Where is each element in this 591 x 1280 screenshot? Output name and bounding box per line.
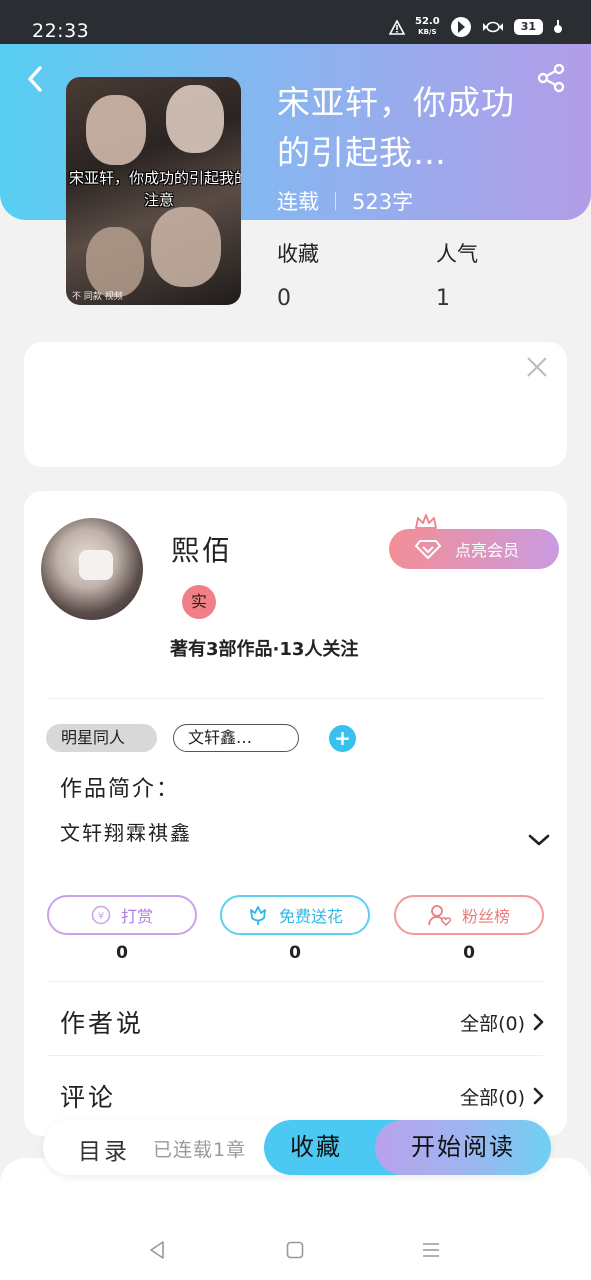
nav-home-icon[interactable]: [286, 1241, 304, 1259]
tip-label: 打赏: [120, 907, 153, 926]
author-avatar[interactable]: [41, 518, 143, 620]
svg-text:¥: ¥: [98, 911, 104, 922]
net-speed: 52.0 KB/S: [415, 16, 440, 37]
divider: [48, 1055, 543, 1056]
intro-text: 文轩翔霖祺鑫: [60, 821, 192, 845]
tag-fandom[interactable]: 明星同人: [46, 724, 157, 752]
fan-ranking-button[interactable]: 粉丝榜: [394, 895, 544, 935]
divider: [48, 981, 543, 982]
popularity-label: 人气: [436, 242, 478, 266]
diamond-icon: [415, 540, 441, 559]
intro-label: 作品简介：: [60, 777, 181, 802]
serial-status: 连载: [277, 190, 319, 214]
warning-icon: [389, 19, 405, 35]
cover-figure: [151, 207, 221, 287]
back-button[interactable]: [20, 62, 50, 96]
book-meta: 连载 523字: [277, 186, 413, 216]
author-says-all-label: 全部(0): [460, 1012, 525, 1035]
battery-indicator: 31: [513, 19, 543, 35]
coin-icon: ¥: [91, 905, 111, 925]
author-says-all-link[interactable]: 全部(0): [460, 1009, 545, 1036]
chapter-status: 已连载1章: [153, 1139, 247, 1161]
start-reading-button[interactable]: 开始阅读: [375, 1120, 551, 1175]
cover-credit: 不 同款 视频: [72, 292, 123, 302]
author-says-title: 作者说: [60, 1009, 145, 1038]
word-count: 523字: [352, 190, 414, 214]
send-flower-label: 免费送花: [278, 907, 343, 926]
divider: [48, 698, 543, 699]
author-says-row[interactable]: 作者说 全部(0): [60, 1007, 545, 1038]
comments-title: 评论: [60, 1083, 117, 1112]
chevron-down-icon[interactable]: [527, 831, 551, 849]
verified-badge: 实: [182, 585, 216, 619]
nav-menu-icon[interactable]: [421, 1242, 441, 1258]
fan-ranking-label: 粉丝榜: [461, 907, 510, 926]
share-button[interactable]: [535, 62, 567, 94]
user-heart-icon: [428, 905, 451, 926]
bottom-action-bar: 目录 已连载1章 收藏 开始阅读: [43, 1120, 551, 1175]
chevron-right-icon: [533, 1087, 544, 1105]
flower-icon: [250, 906, 266, 925]
add-tag-button[interactable]: +: [329, 725, 356, 752]
cover-figure: [166, 85, 224, 153]
author-card: 熙佰 实 著有3部作品·13人关注 点亮会员 明星同人 文轩鑫… + 作品简介：…: [24, 491, 567, 1136]
status-bar: 22:33 52.0 KB/S 31: [0, 0, 591, 44]
ad-banner: [24, 342, 567, 467]
nav-back-icon[interactable]: [148, 1240, 168, 1260]
app-notification-icon: [450, 17, 471, 37]
system-navigation-bar: [0, 1222, 591, 1280]
cover-figure: [86, 227, 144, 297]
signal-icon: [554, 20, 562, 33]
favorites-count: 0: [277, 286, 291, 311]
comments-all-link[interactable]: 全部(0): [460, 1083, 545, 1110]
meta-divider: [335, 192, 336, 210]
tag-characters[interactable]: 文轩鑫…: [173, 724, 299, 752]
vip-button[interactable]: 点亮会员: [389, 529, 559, 569]
book-title: 宋亚轩，你成功的引起我…: [277, 83, 515, 172]
avatar-mask-shape: [79, 550, 113, 580]
author-name[interactable]: 熙佰: [171, 529, 233, 569]
flower-count: 0: [289, 943, 301, 963]
fan-count: 0: [463, 943, 475, 963]
book-cover[interactable]: 宋亚轩，你成功的引起我的注意 不 同款 视频: [66, 77, 241, 305]
popularity-count: 1: [436, 286, 450, 311]
status-time: 22:33: [32, 20, 90, 42]
candy-icon: [482, 21, 503, 33]
close-icon[interactable]: [525, 355, 549, 379]
chevron-right-icon: [533, 1013, 544, 1031]
tip-button[interactable]: ¥ 打赏: [47, 895, 197, 935]
send-flower-button[interactable]: 免费送花: [220, 895, 370, 935]
favorites-label: 收藏: [277, 242, 319, 266]
comments-all-label: 全部(0): [460, 1086, 525, 1109]
tip-count: 0: [116, 943, 128, 963]
status-icons: 52.0 KB/S 31: [389, 16, 563, 38]
table-of-contents-button[interactable]: 目录: [78, 1132, 130, 1166]
vip-button-label: 点亮会员: [455, 541, 520, 560]
popularity-stat: 人气 1: [436, 238, 478, 311]
cover-figure: [86, 95, 146, 165]
favorites-stat: 收藏 0: [277, 238, 319, 311]
cover-caption: 宋亚轩，你成功的引起我的注意: [68, 169, 241, 209]
author-stats: 著有3部作品·13人关注: [170, 639, 359, 660]
comments-row[interactable]: 评论 全部(0): [60, 1081, 545, 1112]
